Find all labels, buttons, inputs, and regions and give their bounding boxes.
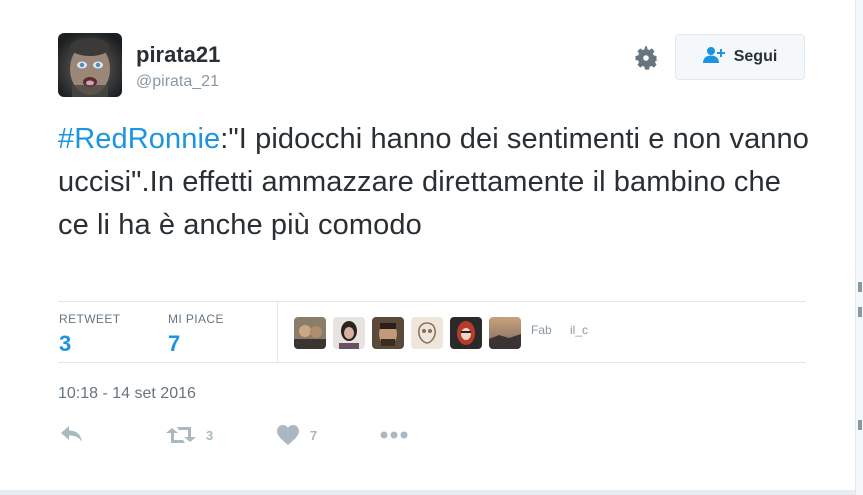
stats-vertical-divider <box>277 302 278 362</box>
more-button[interactable] <box>380 431 408 439</box>
stats-bottom-divider <box>58 362 806 363</box>
stats-top-divider <box>58 301 806 302</box>
liker-avatar[interactable] <box>411 317 443 349</box>
heart-icon <box>276 424 300 446</box>
follow-user-plus-icon <box>702 46 727 69</box>
edge-marker <box>858 282 862 292</box>
settings-gear-icon[interactable] <box>632 44 660 72</box>
retweet-button[interactable]: 3 <box>166 424 213 446</box>
follow-button-label: Segui <box>733 48 778 65</box>
user-display-name[interactable]: pirata21 <box>136 42 220 68</box>
card-bottom-edge <box>0 490 855 495</box>
reply-icon <box>60 424 84 444</box>
liker-avatar[interactable] <box>450 317 482 349</box>
like-button[interactable]: 7 <box>276 424 317 446</box>
liker-avatar[interactable] <box>333 317 365 349</box>
likers-names-fragment[interactable]: Fab <box>531 323 552 337</box>
liker-avatar[interactable] <box>372 317 404 349</box>
reply-button[interactable] <box>60 424 84 444</box>
like-action-count: 7 <box>310 427 318 443</box>
tweet-text: #RedRonnie:"I pidocchi hanno dei sentime… <box>58 118 818 247</box>
user-avatar[interactable] <box>58 33 122 97</box>
user-handle[interactable]: @pirata_21 <box>136 73 219 91</box>
tweet-card: pirata21 @pirata_21 Segui #RedRonnie:"I … <box>0 0 855 495</box>
retweet-stat-label[interactable]: RETWEET <box>59 312 120 326</box>
liker-avatar[interactable] <box>489 317 521 349</box>
hashtag-link[interactable]: #RedRonnie <box>58 123 220 155</box>
retweet-icon <box>166 424 196 446</box>
follow-button[interactable]: Segui <box>675 34 805 80</box>
likes-stat-count[interactable]: 7 <box>168 331 180 357</box>
edge-marker <box>858 307 862 317</box>
retweet-stat-count[interactable]: 3 <box>59 331 71 357</box>
retweet-action-count: 3 <box>206 427 214 443</box>
edge-marker <box>858 420 862 430</box>
liker-avatar[interactable] <box>294 317 326 349</box>
tweet-timestamp[interactable]: 10:18 - 14 set 2016 <box>58 385 196 403</box>
likers-names-fragment[interactable]: il_c <box>570 323 588 337</box>
more-dots-icon <box>380 431 408 439</box>
likes-stat-label[interactable]: MI PIACE <box>168 312 224 326</box>
